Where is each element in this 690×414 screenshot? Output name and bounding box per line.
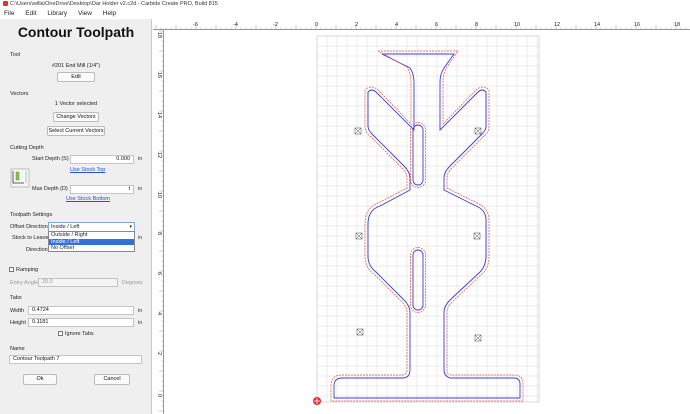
tab-width-input[interactable]: 0.4724 — [28, 306, 134, 315]
offset-direction-label: Offset Direction — [10, 224, 48, 230]
tab-height-unit: in — [138, 320, 143, 326]
left-ruler: 18 16 14 12 10 8 6 4 2 0 — [153, 30, 164, 414]
ruler-left-label: 4 — [156, 312, 162, 315]
ruler-left-label: 6 — [156, 272, 162, 275]
window-title: C:\Users\willa\OneDrive\Desktop\Oar Hold… — [10, 1, 218, 7]
entry-angle-label: Entry Angle — [10, 280, 39, 286]
app-logo-icon — [3, 1, 8, 7]
vectors-status: 1 Vector selected — [54, 101, 98, 107]
offset-direction-value: Inside / Left — [51, 224, 80, 230]
depth-diagram-icon — [10, 168, 30, 188]
ruler-top-label: 0 — [315, 22, 318, 28]
ruler-top-label: 10 — [514, 22, 520, 28]
stock-to-leave-unit: in — [138, 235, 143, 241]
ruler-top-label: 2 — [355, 22, 358, 28]
option-outside-right[interactable]: Outside / Right — [49, 232, 134, 239]
menu-view[interactable]: View — [78, 10, 92, 17]
ruler-left-label: 14 — [156, 112, 162, 118]
ruler-left-label: 8 — [156, 232, 162, 235]
ignore-tabs-label: Ignore Tabs — [65, 331, 94, 337]
menu-file[interactable]: File — [4, 10, 14, 17]
title-bar: C:\Users\willa\OneDrive\Desktop\Oar Hold… — [0, 0, 690, 9]
option-no-offset[interactable]: No Offset — [49, 245, 134, 252]
direction-label: Direction — [26, 247, 48, 253]
ruler-left-label: 18 — [156, 32, 162, 38]
tab-marker — [355, 232, 363, 240]
start-depth-input[interactable]: 0.000 — [70, 155, 134, 164]
max-depth-unit: in — [138, 186, 143, 192]
vectors-heading: Vectors — [10, 91, 29, 97]
ignore-tabs-checkbox[interactable] — [58, 331, 63, 336]
menu-bar: File Edit Library View Help — [0, 9, 690, 19]
panel-title: Contour Toolpath — [17, 24, 135, 40]
tab-height-label: Height — [10, 320, 26, 326]
ruler-left-label: 2 — [156, 352, 162, 355]
ruler-left-label: 12 — [156, 152, 162, 158]
stock-to-leave-label: Stock to Leave — [12, 235, 49, 241]
tab-marker — [354, 127, 362, 135]
ruler-top-label: 4 — [395, 22, 398, 28]
tab-height-input[interactable]: 0.1181 — [28, 318, 134, 327]
use-stock-bottom-link[interactable]: Use Stock Bottom — [66, 196, 110, 202]
ruler-left-label: 16 — [156, 72, 162, 78]
toolpath-name-input[interactable]: Contour Toolpath 7 — [9, 355, 142, 364]
menu-library[interactable]: Library — [47, 10, 67, 17]
toolpath-settings-heading: Toolpath Settings — [10, 212, 53, 218]
ruler-top-label: -2 — [273, 22, 278, 28]
ruler-top-label: 12 — [554, 22, 560, 28]
ramping-label: Ramping — [16, 267, 39, 273]
change-vectors-button[interactable]: Change Vectors — [53, 112, 99, 122]
tab-marker — [474, 334, 482, 342]
chevron-down-icon: ▾ — [129, 224, 132, 230]
ruler-top-label: 14 — [594, 22, 600, 28]
origin-marker-icon — [313, 397, 321, 405]
tool-name: #201 End Mill (1/4") — [51, 63, 101, 69]
design-canvas[interactable] — [164, 30, 690, 414]
name-heading: Name — [10, 346, 25, 352]
cutting-depth-heading: Cutting Depth — [10, 145, 44, 151]
ruler-left-label: 10 — [156, 192, 162, 198]
ruler-top-label: 18 — [674, 22, 680, 28]
max-depth-label: Max Depth (D) — [32, 186, 68, 192]
stock-area — [316, 35, 540, 403]
use-stock-top-link[interactable]: Use Stock Top — [70, 167, 105, 173]
ruler-top-label: 6 — [435, 22, 438, 28]
menu-help[interactable]: Help — [103, 10, 116, 17]
ruler-top-label: 8 — [475, 22, 478, 28]
ruler-top-label: -4 — [233, 22, 238, 28]
entry-angle-unit: Degrees — [122, 280, 143, 286]
entry-angle-input[interactable]: 20.0 — [38, 278, 118, 287]
tab-width-unit: in — [138, 308, 143, 314]
start-depth-unit: in — [138, 156, 143, 162]
ruler-left-label: 0 — [156, 394, 162, 397]
tabs-heading: Tabs — [10, 295, 22, 301]
menu-edit[interactable]: Edit — [25, 10, 36, 17]
tool-heading: Tool — [10, 52, 21, 58]
select-current-vectors-button[interactable]: Select Current Vectors — [47, 126, 105, 136]
ramping-checkbox[interactable] — [9, 267, 14, 272]
tab-marker — [473, 232, 481, 240]
toolpath-panel: Contour Toolpath Tool #201 End Mill (1/4… — [0, 19, 152, 414]
ruler-top-label: 16 — [634, 22, 640, 28]
tab-marker — [356, 328, 364, 336]
ok-button[interactable]: Ok — [23, 374, 57, 385]
start-depth-label: Start Depth (S) — [32, 156, 69, 162]
top-ruler: -6 -4 -2 0 2 4 6 8 10 12 14 16 18 — [153, 19, 690, 30]
max-depth-input[interactable]: t — [70, 185, 134, 194]
tab-marker — [474, 127, 482, 135]
ruler-top-label: -6 — [193, 22, 198, 28]
offset-direction-options: Outside / Right Inside / Left No Offset — [48, 231, 135, 252]
option-inside-left[interactable]: Inside / Left — [49, 238, 134, 246]
edit-tool-button[interactable]: Edit — [57, 72, 95, 82]
tab-width-label: Width — [10, 308, 25, 314]
cancel-button[interactable]: Cancel — [94, 374, 130, 385]
